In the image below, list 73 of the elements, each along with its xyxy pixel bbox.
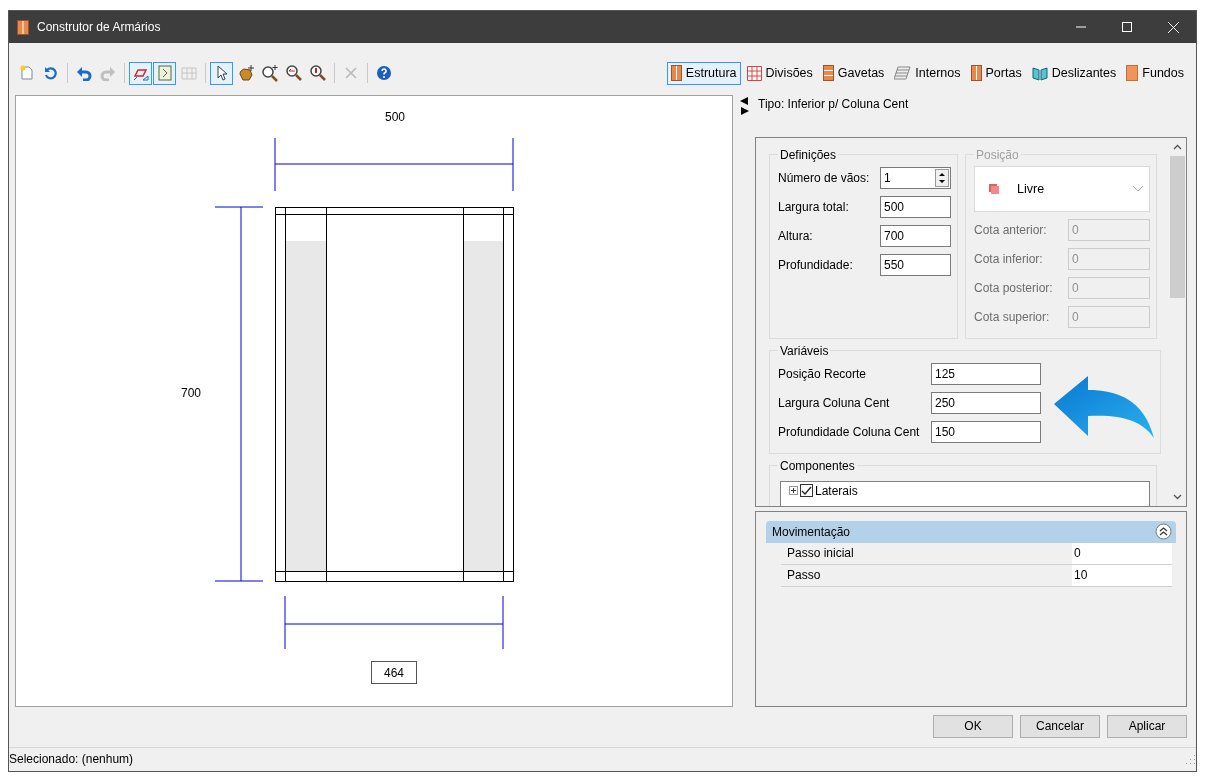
cube-icon <box>989 183 999 194</box>
field-label: Largura total: <box>778 200 850 215</box>
collapse-icon[interactable] <box>1155 523 1172 541</box>
dimension-label: 464 <box>371 660 417 684</box>
tree-item[interactable]: Laterais <box>815 483 858 498</box>
zoom-in-icon <box>260 64 279 83</box>
expand-icon[interactable] <box>789 486 798 496</box>
dialog-button[interactable]: Cancelar <box>1020 714 1100 738</box>
dialog-button[interactable]: OK <box>933 714 1013 738</box>
grid-icon <box>180 65 197 82</box>
field-label: Cota posterior: <box>974 281 1054 296</box>
field-label: Cota inferior: <box>974 252 1044 267</box>
tab[interactable]: Deslizantes <box>1027 61 1121 85</box>
undo-icon <box>75 65 92 82</box>
tab[interactable]: Portas <box>966 61 1026 85</box>
dimension-label: 500 <box>385 109 405 124</box>
cabinet-icon <box>970 65 982 82</box>
group-title: Posição <box>975 147 1020 162</box>
tab[interactable]: Internos <box>890 61 965 85</box>
help-icon <box>375 65 392 82</box>
input-field[interactable]: 500 <box>880 196 951 219</box>
group-title: Variáveis <box>779 343 830 358</box>
dimension-label: 700 <box>181 385 201 400</box>
tab[interactable]: Divisões <box>742 61 817 85</box>
pointer-icon <box>214 65 229 82</box>
field-label: Largura Coluna Cent <box>778 396 891 411</box>
tab[interactable]: Estrutura <box>666 61 741 85</box>
field-label: Profundidade: <box>778 258 854 273</box>
toolbar-button[interactable] <box>129 61 152 85</box>
group-title: Componentes <box>779 458 856 473</box>
field-label: Profundidade Coluna Cent <box>778 425 921 440</box>
field-label: Número de vãos: <box>778 171 871 186</box>
group-title: Definições <box>779 147 838 162</box>
close-icon <box>1167 21 1179 33</box>
tab[interactable]: Fundos <box>1122 61 1188 85</box>
grid-icon <box>746 65 762 81</box>
section-header[interactable]: Movimentação <box>766 520 1176 543</box>
shelves-icon <box>894 66 912 81</box>
input-field[interactable]: 150 <box>931 421 1041 444</box>
zoom-fit-icon <box>284 64 303 83</box>
app-icon <box>17 19 29 35</box>
drawers-icon <box>822 65 834 82</box>
panel-icon <box>156 65 173 82</box>
cabinet-icon <box>670 65 682 82</box>
field-label: Posição Recorte <box>778 367 868 382</box>
property-value[interactable]: 0 <box>1072 542 1172 564</box>
input-field[interactable]: 250 <box>931 392 1041 415</box>
input-field[interactable]: 700 <box>880 225 951 248</box>
scroll-up-icon[interactable] <box>1173 142 1182 152</box>
redo-icon <box>99 65 116 82</box>
status-text: Selecionado: (nenhum) <box>9 752 135 767</box>
panel-icon <box>1126 65 1139 82</box>
collapse-arrows-icon[interactable] <box>739 96 749 115</box>
resize-grip-icon[interactable] <box>1184 753 1196 766</box>
field-label: Altura: <box>778 229 814 244</box>
dialog-button[interactable]: Aplicar <box>1107 714 1187 738</box>
input-field[interactable]: 550 <box>880 254 951 277</box>
field-label: Cota anterior: <box>974 223 1048 238</box>
refresh-icon <box>42 65 59 82</box>
new-document-icon <box>18 65 35 82</box>
property-value[interactable]: 10 <box>1072 564 1172 586</box>
property-label: Passo <box>786 567 822 585</box>
tab[interactable]: Gavetas <box>818 61 889 85</box>
field-label: Cota superior: <box>974 310 1051 325</box>
zoom-icon <box>308 64 327 83</box>
input-field[interactable]: 125 <box>931 363 1041 386</box>
type-label: Tipo: Inferior p/ Coluna Cent <box>757 95 910 113</box>
checkbox[interactable] <box>800 484 813 498</box>
book-icon <box>1031 65 1048 81</box>
property-label: Passo inicial <box>786 545 855 563</box>
maximize-icon <box>1122 22 1132 32</box>
toolbar-button[interactable] <box>210 61 233 85</box>
window-title: Construtor de Armários <box>37 20 162 34</box>
